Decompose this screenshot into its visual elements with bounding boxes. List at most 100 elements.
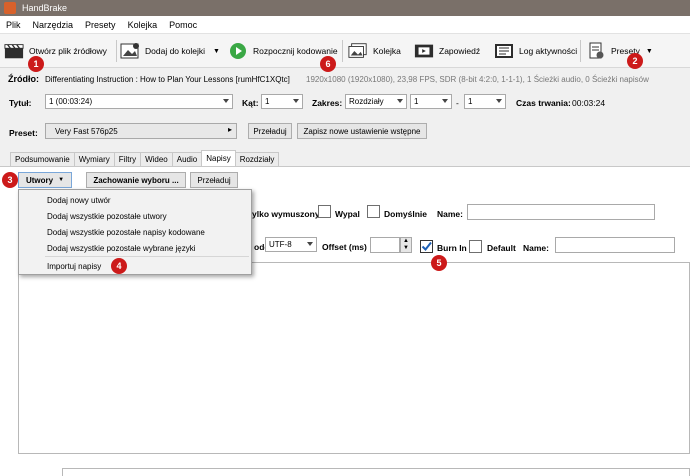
- start-encode-label: Rozpocznij kodowanie: [253, 46, 338, 56]
- selection-behaviour-button[interactable]: Zachowanie wyboru ...: [86, 172, 186, 188]
- menu-queue[interactable]: Kolejka: [122, 20, 164, 30]
- preset-select-value: Very Fast 576p25: [55, 126, 118, 136]
- title-select-value: 1 (00:03:24): [49, 97, 93, 106]
- checkmark-icon: [421, 241, 432, 252]
- badge-3: 3: [2, 172, 18, 188]
- title-label: Tytuł:: [9, 98, 32, 108]
- menu-separator: [45, 256, 249, 257]
- burn-in-checkbox[interactable]: [420, 240, 433, 253]
- tab-audio[interactable]: Audio: [171, 152, 203, 166]
- offset-input[interactable]: [370, 237, 400, 253]
- title-select[interactable]: 1 (00:03:24): [45, 94, 233, 109]
- activity-log-button[interactable]: Log aktywności: [494, 38, 577, 64]
- subtitles-reload-button[interactable]: Przeładuj: [190, 172, 238, 188]
- source-name: Differentiating Instruction : How to Pla…: [45, 75, 290, 84]
- chevron-down-icon: [307, 242, 313, 246]
- chevron-down-icon: [223, 99, 229, 103]
- tab-subtitles[interactable]: Napisy: [201, 150, 236, 166]
- badge-5: 5: [431, 255, 447, 271]
- play-icon: [228, 42, 248, 60]
- menu-add-remaining-closed-captions[interactable]: Dodaj wszystkie pozostałe napisy kodowan…: [47, 228, 205, 237]
- add-to-queue-label: Dodaj do kolejki: [145, 46, 206, 56]
- range-to-value: 1: [468, 97, 473, 106]
- menu-file[interactable]: Plik: [0, 20, 27, 30]
- toolbar-separator: [342, 40, 343, 62]
- tracks-button[interactable]: Utwory ▼: [18, 172, 72, 188]
- save-new-preset-button[interactable]: Zapisz nowe ustawienie wstępne: [297, 123, 427, 139]
- preview-label: Zapowiedź: [439, 46, 481, 56]
- name-input[interactable]: [467, 204, 655, 220]
- secondary-list[interactable]: [62, 468, 690, 476]
- name-label: Name:: [437, 209, 463, 219]
- menu-tools[interactable]: Narzędzia: [27, 20, 80, 30]
- add-queue-dropdown-icon[interactable]: ▼: [213, 48, 220, 55]
- menu-bar: Plik Narzędzia Presety Kolejka Pomoc: [0, 16, 690, 34]
- menu-add-remaining-selected-languages[interactable]: Dodaj wszystkie pozostałe wybrane języki: [47, 244, 196, 253]
- queue-label: Kolejka: [373, 46, 401, 56]
- source-label: Źródło:: [8, 74, 39, 84]
- menu-presets[interactable]: Presety: [79, 20, 122, 30]
- badge-2: 2: [627, 53, 643, 69]
- duration-value: 00:03:24: [572, 98, 606, 108]
- charcode-select[interactable]: UTF-8: [265, 237, 317, 252]
- subtitle-track-list[interactable]: [18, 262, 690, 454]
- chevron-down-icon: ▼: [58, 177, 65, 183]
- menu-import-subtitles[interactable]: Importuj napisy: [47, 262, 101, 271]
- burn-label: Wypal: [335, 209, 360, 219]
- range-type-value: Rozdziały: [349, 97, 384, 106]
- charcode-value: UTF-8: [269, 240, 292, 249]
- tracks-button-label: Utwory: [25, 175, 54, 185]
- add-to-queue-button[interactable]: Dodaj do kolejki ▼: [120, 38, 220, 64]
- range-type-select[interactable]: Rozdziały: [345, 94, 407, 109]
- window-title: HandBrake: [22, 3, 68, 13]
- toolbar-separator: [580, 40, 581, 62]
- tab-video[interactable]: Wideo: [140, 152, 173, 166]
- offset-stepper[interactable]: ▲ ▼: [400, 237, 412, 253]
- range-dash: -: [456, 98, 459, 108]
- film-preview-icon: [414, 42, 434, 60]
- menu-help[interactable]: Pomoc: [163, 20, 203, 30]
- default2-checkbox[interactable]: [469, 240, 482, 253]
- tracks-dropdown-menu: Dodaj nowy utwór Dodaj wszystkie pozosta…: [18, 189, 252, 275]
- menu-add-remaining-tracks[interactable]: Dodaj wszystkie pozostałe utwory: [47, 212, 167, 221]
- duration-label: Czas trwania:: [516, 98, 571, 108]
- default-checkbox[interactable]: [367, 205, 380, 218]
- forced-only-label: ylko wymuszony: [252, 209, 320, 219]
- angle-label: Kąt:: [242, 98, 259, 108]
- menu-add-new-track[interactable]: Dodaj nowy utwór: [47, 196, 111, 205]
- name-input-2[interactable]: [555, 237, 675, 253]
- chevron-down-icon: [442, 99, 448, 103]
- toolbar-separator: [116, 40, 117, 62]
- tab-filters[interactable]: Filtry: [113, 152, 142, 166]
- tab-strip: Podsumowanie Wymiary Filtry Wideo Audio …: [10, 150, 280, 166]
- preview-button[interactable]: Zapowiedź: [414, 38, 480, 64]
- open-source-label: Otwórz plik źródłowy: [29, 46, 107, 56]
- range-from-select[interactable]: 1: [410, 94, 452, 109]
- range-to-select[interactable]: 1: [464, 94, 506, 109]
- badge-1: 1: [28, 56, 44, 72]
- range-label: Zakres:: [312, 98, 343, 108]
- burn-checkbox[interactable]: [318, 205, 331, 218]
- badge-4: 4: [111, 258, 127, 274]
- preset-reload-button[interactable]: Przeładuj: [248, 123, 292, 139]
- queue-button[interactable]: Kolejka: [348, 38, 401, 64]
- presets-dropdown-icon[interactable]: ▼: [646, 48, 653, 55]
- default-label: Domyślnie: [384, 209, 427, 219]
- burn-in-label: Burn In: [437, 243, 467, 253]
- tab-dimensions[interactable]: Wymiary: [73, 152, 115, 166]
- angle-select[interactable]: 1: [261, 94, 303, 109]
- add-picture-icon: [120, 42, 140, 60]
- angle-select-value: 1: [265, 97, 270, 106]
- default2-label: Default: [487, 243, 516, 253]
- presets-document-icon: [586, 42, 606, 60]
- tab-chapters[interactable]: Rozdziały: [234, 152, 280, 166]
- tab-summary[interactable]: Podsumowanie: [10, 152, 75, 166]
- open-source-button[interactable]: Otwórz plik źródłowy: [4, 38, 107, 64]
- badge-6: 6: [320, 56, 336, 72]
- toolbar: Otwórz plik źródłowy Dodaj do kolejki ▼ …: [0, 34, 690, 68]
- chevron-down-icon: [496, 99, 502, 103]
- offset-label: Offset (ms): [322, 242, 367, 252]
- film-clapper-icon: [4, 42, 24, 60]
- preset-select[interactable]: Very Fast 576p25 ▸: [45, 123, 237, 139]
- chevron-down-icon: [397, 99, 403, 103]
